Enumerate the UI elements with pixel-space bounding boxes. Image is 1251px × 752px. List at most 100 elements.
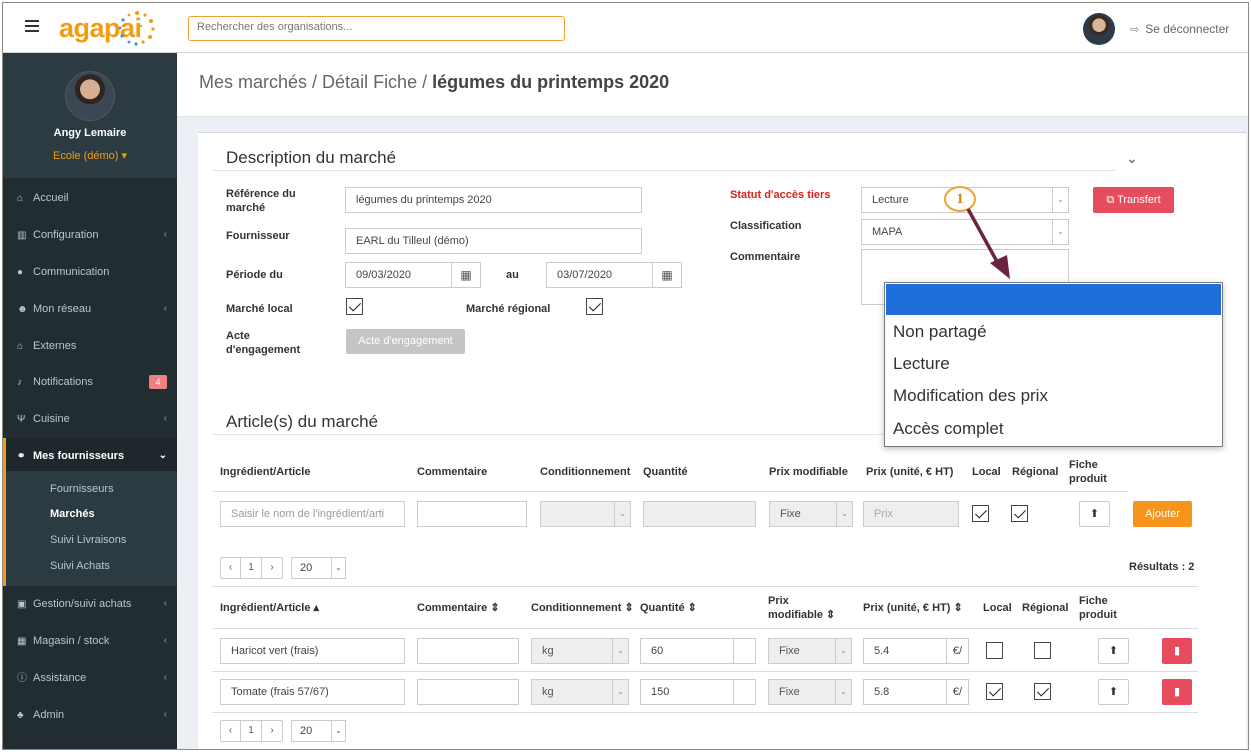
per-page-select[interactable]: 20 ⌄ [291,557,346,579]
prev-page-button[interactable]: ‹ [221,558,241,578]
breadcrumb-separator: / [307,72,323,92]
sidebar-item-mon-reseau[interactable]: ☻ Mon réseau ‹ [3,291,177,327]
logo-dots-icon [118,11,155,46]
dropdown-option-empty[interactable] [886,284,1221,315]
trash-icon[interactable]: ▮ [1162,638,1192,664]
row1-commentaire-input[interactable] [417,638,519,664]
org-switcher[interactable]: Ecole (démo) ▾ [3,149,177,162]
prev-page-button[interactable]: ‹ [221,721,241,741]
new-conditionnement-select[interactable]: ⌄ [540,501,631,527]
new-quantite-input[interactable] [643,501,756,527]
submenu-fournisseurs[interactable]: Fournisseurs [50,483,114,495]
sidebar-item-communication[interactable]: ● Communication [3,254,177,290]
new-commentaire-input[interactable] [417,501,527,527]
sort-header-commentaire[interactable]: Commentaire ⇕ [417,601,500,615]
cubes-icon: ▦ [17,636,27,647]
sidebar-item-notifications[interactable]: ♪ Notifications 4 [3,364,177,400]
sidebar-item-magasin-stock[interactable]: ▦ Magasin / stock ‹ [3,623,177,659]
upload-icon[interactable]: ⬆ [1098,638,1129,664]
sidebar-item-accueil[interactable]: ⌂ Accueil [3,180,177,216]
new-regional-checkbox[interactable] [1011,505,1028,522]
new-prix-mode-select[interactable]: Fixe ⌄ [769,501,853,527]
row2-local-checkbox[interactable] [986,683,1003,700]
sort-header-quantite[interactable]: Quantité ⇕ [640,601,697,615]
calendar-icon[interactable]: ▦ [451,262,481,288]
dropdown-option-non-partage[interactable]: Non partagé [893,322,987,342]
prix-value: 5.8 [874,686,890,698]
calendar-icon[interactable]: ▦ [652,262,682,288]
submenu-suivi-achats[interactable]: Suivi Achats [50,560,110,572]
page-1-button[interactable]: 1 [241,558,262,578]
collapse-chevron-icon[interactable]: ⌄ [1126,150,1138,167]
trash-icon[interactable]: ▮ [1162,679,1192,705]
bell-icon: ♪ [17,377,22,388]
ref-input[interactable]: légumes du printemps 2020 [345,187,642,213]
row2-quantite-input[interactable]: 150 [640,679,756,705]
new-local-checkbox[interactable] [972,505,989,522]
row2-prix-input[interactable]: 5.8 €/ [863,679,969,705]
sidebar-item-cuisine[interactable]: Ψ Cuisine ‹ [3,401,177,437]
dropdown-option-lecture[interactable]: Lecture [893,354,950,374]
row2-ingredient-input[interactable]: Tomate (frais 57/67) [220,679,405,705]
new-ingredient-input[interactable]: Saisir le nom de l'ingrédient/arti [220,501,405,527]
col-header-prix: Prix (unité, € HT) [866,466,954,478]
search-input[interactable]: Rechercher des organisations... [188,16,565,41]
dropdown-option-acces-complet[interactable]: Accès complet [893,419,1004,439]
row2-commentaire-input[interactable] [417,679,519,705]
next-page-button[interactable]: › [262,558,282,578]
submenu-marches[interactable]: Marchés [50,508,95,520]
submenu-suivi-livraisons[interactable]: Suivi Livraisons [50,534,126,546]
classification-value: MAPA [872,226,903,238]
bank-icon: ▥ [17,230,27,241]
menu-toggle-icon[interactable] [25,20,39,32]
regional-checkbox[interactable] [586,298,603,315]
ajouter-button[interactable]: Ajouter [1133,501,1192,527]
sort-header-conditionnement[interactable]: Conditionnement ⇕ [531,601,634,615]
sort-header-prix-modifiable[interactable]: Prix modifiable ⇕ [768,594,838,622]
row1-conditionnement-select[interactable]: kg ⌄ [531,638,629,664]
date-from-input[interactable]: 09/03/2020 [345,262,452,288]
transfert-button[interactable]: ⧉ Transfert [1093,187,1174,213]
local-checkbox[interactable] [346,298,363,315]
breadcrumb-detail-fiche[interactable]: Détail Fiche [322,72,417,92]
user-name: Angy Lemaire [53,127,127,139]
sidebar-item-configuration[interactable]: ▥ Configuration ‹ [3,217,177,253]
row1-prix-mode-select[interactable]: Fixe ⌄ [768,638,852,664]
logout-link[interactable]: ⇨ Se déconnecter [1130,22,1229,36]
col-header-local: Local [972,466,1001,478]
new-prix-input[interactable]: Prix [863,501,959,527]
per-page-select[interactable]: 20 ⌄ [291,720,346,742]
row2-conditionnement-select[interactable]: kg ⌄ [531,679,629,705]
row1-local-checkbox[interactable] [986,642,1003,659]
fournisseur-input[interactable]: EARL du Tilleul (démo) [345,228,642,254]
sidebar-item-label: Gestion/suivi achats [33,598,132,610]
sidebar-item-admin[interactable]: ♣ Admin ‹ [3,697,177,733]
row1-regional-checkbox[interactable] [1034,642,1051,659]
page-1-button[interactable]: 1 [241,721,262,741]
sidebar-item-externes[interactable]: ⌂ Externes [3,328,177,364]
row1-ingredient-input[interactable]: Haricot vert (frais) [220,638,405,664]
description-title: Description du marché [226,148,397,167]
next-page-button[interactable]: › [262,721,282,741]
sidebar-item-gestion-achats[interactable]: ▣ Gestion/suivi achats ‹ [3,586,177,622]
acte-button[interactable]: Acte d'engagement [346,329,465,354]
sidebar-item-assistance[interactable]: ⓘ Assistance ‹ [3,660,177,696]
logout-label: Se déconnecter [1145,22,1230,36]
upload-icon[interactable]: ⬆ [1098,679,1129,705]
date-to-input[interactable]: 03/07/2020 [546,262,653,288]
sidebar-item-mes-fournisseurs[interactable]: ⚭ Mes fournisseurs ⌄ [3,438,177,474]
sort-header-ingredient[interactable]: Ingrédient/Article ▴ [220,601,319,615]
row2-prix-mode-select[interactable]: Fixe ⌄ [768,679,852,705]
sort-header-prix[interactable]: Prix (unité, € HT) ⇕ [863,601,963,615]
breadcrumb-mes-marches[interactable]: Mes marchés [199,72,307,92]
chevron-left-icon: ‹ [163,635,167,646]
upload-icon[interactable]: ⬆ [1079,501,1110,527]
prix-mode-value: Fixe [780,508,801,520]
row1-prix-input[interactable]: 5.4 €/ [863,638,969,664]
chevron-down-icon: ⌄ [1052,220,1068,244]
user-avatar[interactable] [1083,13,1115,45]
col-header-regional: Régional [1012,466,1059,478]
row1-quantite-input[interactable]: 60 [640,638,756,664]
dropdown-option-modification-prix[interactable]: Modification des prix [893,386,1048,406]
row2-regional-checkbox[interactable] [1034,683,1051,700]
